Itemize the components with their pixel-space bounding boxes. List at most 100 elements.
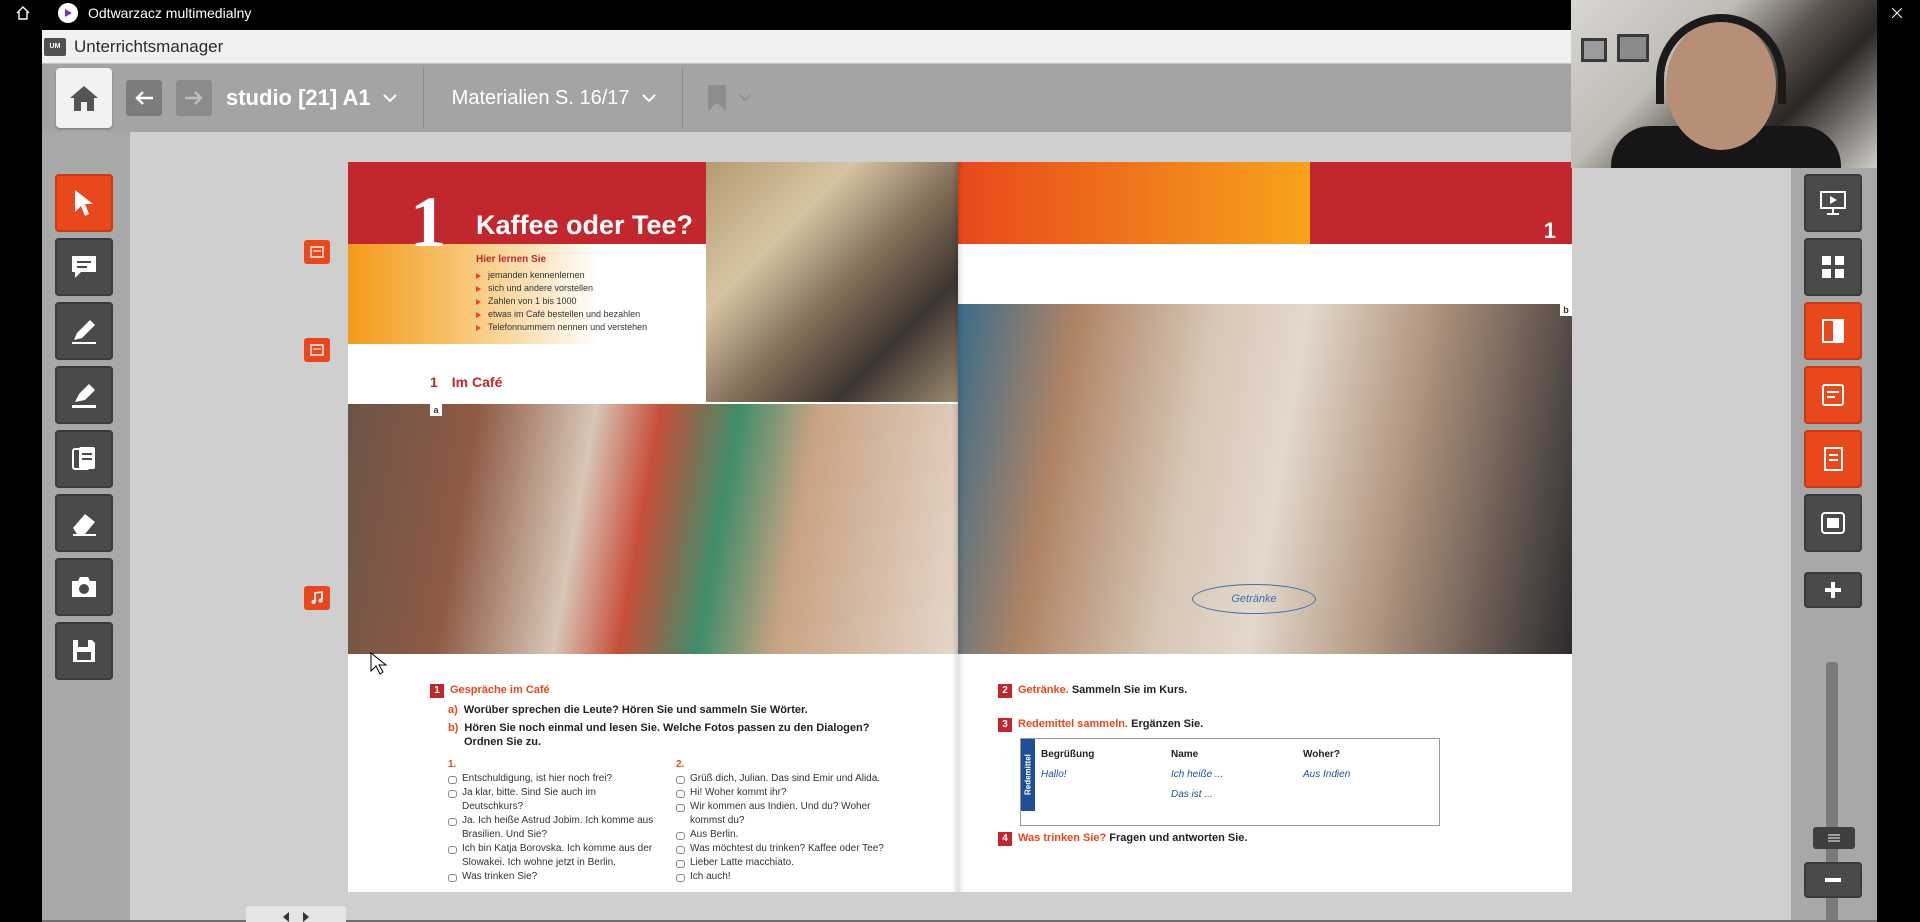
dialog-line: Lieber Latte macchiato. bbox=[676, 856, 896, 870]
note-button[interactable] bbox=[1804, 366, 1862, 424]
dialog-line: Entschuldigung, ist hier noch frei? bbox=[448, 772, 658, 786]
dialog-line: Aus Berlin. bbox=[676, 828, 896, 842]
pdf-button[interactable] bbox=[304, 338, 330, 362]
music-note-icon bbox=[311, 591, 323, 604]
chevron-down-icon bbox=[738, 94, 751, 102]
panel-icon bbox=[1822, 319, 1844, 343]
section-heading: 1 Im Café bbox=[430, 374, 503, 390]
dialog-line: Ich auch! bbox=[676, 870, 896, 884]
phrases-table: Redemittel Begrüßung Name Woher? Hallo! … bbox=[1020, 738, 1440, 826]
pages-icon bbox=[72, 447, 95, 470]
zoom-in-button[interactable] bbox=[1804, 572, 1862, 608]
pointer-icon bbox=[75, 190, 93, 216]
dialog-line: Was trinken Sie? bbox=[448, 870, 658, 884]
arrow-right-icon bbox=[185, 91, 203, 105]
worksheet-button[interactable] bbox=[1804, 430, 1862, 488]
chapter-number: 1 bbox=[410, 182, 446, 262]
close-icon[interactable] bbox=[1874, 0, 1920, 26]
pen-tool-button[interactable] bbox=[55, 302, 113, 360]
camera-tool-button[interactable] bbox=[55, 558, 113, 616]
column-header: Begrüßung bbox=[1041, 749, 1095, 760]
learning-goal: jemanden kennenlernen bbox=[476, 269, 696, 282]
eraser-icon bbox=[73, 514, 96, 536]
book-spread: 1 Kaffee oder Tee? Hier lernen Sie jeman… bbox=[348, 162, 1572, 892]
highlighter-tool-button[interactable] bbox=[55, 366, 113, 424]
nav-divider bbox=[681, 68, 683, 128]
back-button[interactable] bbox=[126, 80, 162, 116]
exercise-2: 2 Getränke. Sammeln Sie im Kurs. bbox=[998, 684, 1187, 698]
page-banner bbox=[958, 162, 1310, 244]
arrow-left-icon bbox=[135, 91, 153, 105]
bookmark-selector[interactable] bbox=[707, 84, 751, 112]
handle-grip-icon bbox=[1828, 834, 1840, 842]
highlighter-icon bbox=[72, 384, 96, 408]
forward-button[interactable] bbox=[176, 80, 212, 116]
chevron-down-icon bbox=[641, 93, 656, 102]
handwritten-entry: Das ist ... bbox=[1171, 789, 1213, 800]
dialog-line: Wir kommen aus Indien. Und du? Woher kom… bbox=[676, 800, 896, 828]
dialog-line: Hi! Woher kommt ihr? bbox=[676, 786, 896, 800]
exercise-3: 3 Redemittel sammeln. Ergänzen Sie. bbox=[998, 718, 1203, 732]
right-toolbar bbox=[1791, 132, 1877, 922]
learning-goals-heading: Hier lernen Sie bbox=[476, 254, 547, 265]
book-page-right: 1 b 2 Getränke. Sammeln Sie im Kurs. Getr… bbox=[958, 162, 1572, 892]
dialog-1: 1. Entschuldigung, ist hier noch frei? J… bbox=[448, 758, 658, 884]
pdf-button[interactable] bbox=[304, 240, 330, 264]
pointer-tool-button[interactable] bbox=[55, 174, 113, 232]
exercise-1b-cont: Ordnen Sie zu. bbox=[464, 736, 542, 748]
left-toolbar bbox=[42, 132, 130, 922]
photo-women-cafe[interactable] bbox=[706, 162, 958, 402]
comment-icon bbox=[72, 256, 96, 278]
dialog-line: Was möchtest du trinken? Kaffee oder Tee… bbox=[676, 842, 896, 856]
learning-goal: Zahlen von 1 bis 1000 bbox=[476, 295, 696, 308]
pages-label: Materialien S. 16/17 bbox=[451, 86, 630, 109]
save-icon bbox=[73, 640, 95, 662]
pages-tool-button[interactable] bbox=[55, 430, 113, 488]
zoom-out-button[interactable] bbox=[1804, 862, 1862, 898]
pdf-icon bbox=[310, 246, 324, 258]
thumbnail-scroller[interactable] bbox=[246, 906, 346, 922]
mouse-cursor-icon bbox=[370, 652, 388, 675]
learning-goals: Hier lernen Sie jemanden kennenlernen si… bbox=[476, 254, 696, 334]
fullscreen-button[interactable] bbox=[1804, 494, 1862, 552]
book-page-left: 1 Kaffee oder Tee? Hier lernen Sie jeman… bbox=[348, 162, 958, 892]
audio-button[interactable] bbox=[304, 586, 330, 610]
app-title: Unterrichtsmanager bbox=[74, 36, 224, 56]
comment-tool-button[interactable] bbox=[55, 238, 113, 296]
dialog-line: Ja. Ich heiße Astrud Jobim. Ich komme au… bbox=[448, 814, 658, 842]
book-selector[interactable]: studio [21] A1 bbox=[226, 85, 397, 111]
exercise-1-title: 1 Gespräche im Café bbox=[430, 684, 550, 698]
home-icon[interactable] bbox=[0, 0, 46, 26]
handwritten-entry: Ich heiße ... bbox=[1171, 769, 1224, 780]
pen-icon bbox=[72, 320, 96, 344]
worksheet-icon bbox=[1824, 447, 1843, 471]
grid-icon bbox=[1822, 256, 1844, 278]
save-tool-button[interactable] bbox=[55, 622, 113, 680]
learning-goal: sich und andere vorstellen bbox=[476, 282, 696, 295]
presentation-icon bbox=[1820, 191, 1846, 215]
page-banner-red: 1 bbox=[1310, 162, 1572, 244]
panel-button[interactable] bbox=[1804, 302, 1862, 360]
home-button[interactable] bbox=[56, 68, 112, 128]
window-title: Odtwarzacz multimedialny bbox=[88, 5, 252, 21]
zoom-slider-handle[interactable] bbox=[1813, 827, 1855, 849]
learning-goal: Telefonnummern nennen und verstehen bbox=[476, 321, 696, 334]
zoom-in-icon bbox=[1825, 582, 1841, 598]
exercise-1a: a) Worüber sprechen die Leute? Hören Sie … bbox=[448, 704, 808, 716]
triangle-left-icon[interactable] bbox=[282, 911, 290, 922]
page-selector[interactable]: Materialien S. 16/17 bbox=[452, 87, 656, 110]
content-canvas[interactable]: 1 Kaffee oder Tee? Hier lernen Sie jeman… bbox=[130, 132, 1791, 922]
webcam-overlay bbox=[1571, 0, 1877, 168]
zoom-out-icon bbox=[1825, 878, 1841, 882]
grid-view-button[interactable] bbox=[1804, 238, 1862, 296]
triangle-right-icon[interactable] bbox=[302, 911, 310, 922]
chevron-down-icon bbox=[382, 93, 397, 102]
nav-divider bbox=[422, 68, 424, 128]
dialog-2: 2. Grüß dich, Julian. Das sind Emir und … bbox=[676, 758, 896, 884]
presentation-button[interactable] bbox=[1804, 174, 1862, 232]
photo-a[interactable]: a bbox=[348, 404, 958, 654]
eraser-tool-button[interactable] bbox=[55, 494, 113, 552]
headset-icon bbox=[1656, 14, 1786, 104]
book-gutter bbox=[952, 162, 964, 892]
camera-icon bbox=[72, 577, 96, 597]
